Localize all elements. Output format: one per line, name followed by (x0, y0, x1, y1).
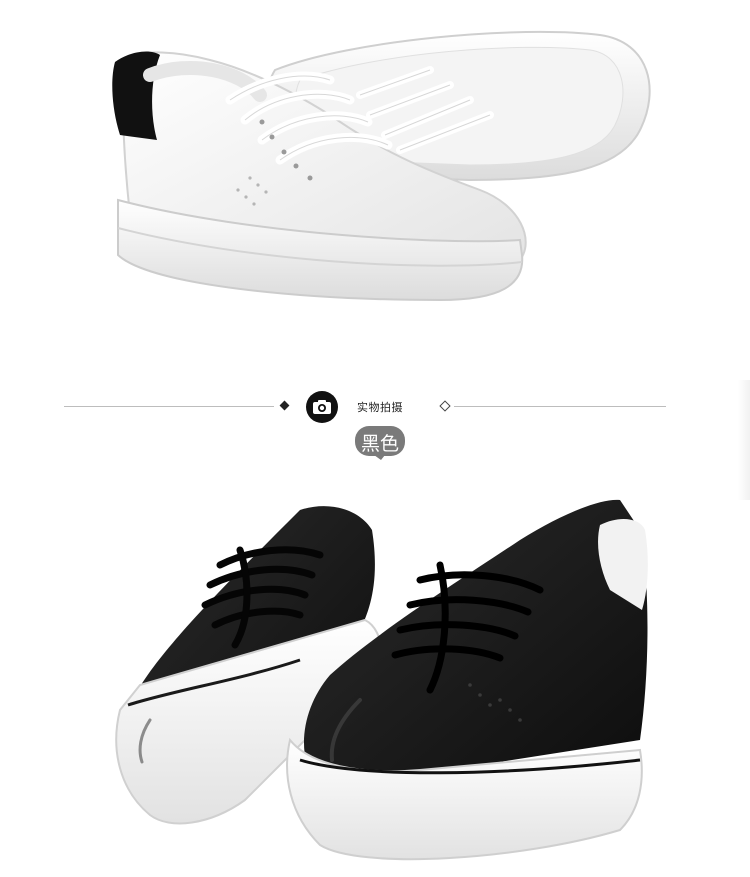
color-name: 黑色 (360, 433, 399, 455)
white-sneakers-photo (0, 0, 750, 340)
diamond-filled-icon (279, 400, 290, 411)
camera-icon (306, 391, 338, 423)
divider-line-right (454, 406, 666, 407)
section-divider: 实物拍摄 (0, 390, 750, 424)
black-sneakers-photo (0, 470, 750, 877)
section-label: 实物拍摄 (357, 401, 403, 414)
diamond-outline-icon (439, 400, 451, 412)
color-badge: 黑色 (352, 424, 410, 460)
divider-line-left (64, 406, 274, 407)
